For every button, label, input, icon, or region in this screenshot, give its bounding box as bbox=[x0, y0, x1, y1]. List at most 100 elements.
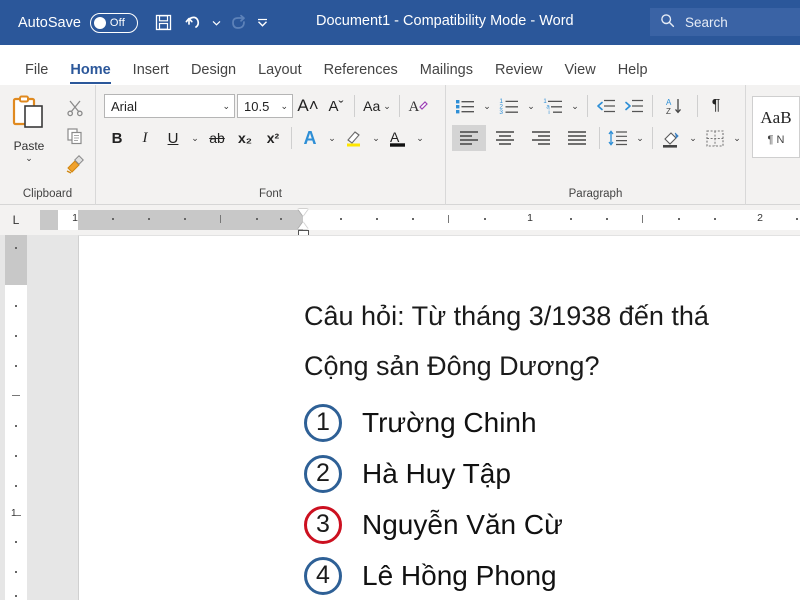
hanging-indent-marker[interactable] bbox=[298, 222, 309, 229]
search-input[interactable]: Search bbox=[685, 15, 728, 30]
divider bbox=[291, 127, 292, 149]
numbered-list-dropdown-icon[interactable]: ⌄ bbox=[524, 93, 538, 119]
multilevel-list-icon[interactable]: 1ai bbox=[540, 93, 566, 119]
shading-icon[interactable] bbox=[658, 125, 684, 151]
ruler-tick bbox=[714, 218, 716, 220]
paste-dropdown-icon[interactable]: ⌄ bbox=[25, 153, 33, 163]
autosave-toggle[interactable]: Off bbox=[90, 13, 138, 33]
underline-dropdown-icon[interactable]: ⌄ bbox=[188, 125, 202, 151]
sort-az-icon[interactable]: AZ bbox=[658, 93, 692, 119]
title-bar: AutoSave Off Document1 - Compatibility M… bbox=[0, 0, 800, 45]
save-icon[interactable] bbox=[150, 9, 178, 37]
document-title: Document1 - Compatibility Mode - Word bbox=[316, 13, 574, 29]
font-name-input[interactable]: Arial ⌄ bbox=[104, 94, 235, 118]
ruler-number-left-1: 1 bbox=[72, 212, 78, 224]
change-case-button[interactable]: Aa ⌄ bbox=[360, 93, 394, 119]
vruler-tick bbox=[15, 365, 17, 367]
format-painter-icon[interactable] bbox=[62, 151, 88, 177]
bullet-list-dropdown-icon[interactable]: ⌄ bbox=[480, 93, 494, 119]
divider bbox=[354, 95, 355, 117]
align-right-icon[interactable] bbox=[524, 125, 558, 151]
highlight-pen-icon[interactable] bbox=[341, 125, 367, 151]
divider bbox=[652, 127, 653, 149]
shading-dropdown-icon[interactable]: ⌄ bbox=[686, 125, 700, 151]
italic-button[interactable]: I bbox=[132, 125, 158, 151]
ruler-tick bbox=[570, 218, 572, 220]
superscript-button[interactable]: x² bbox=[260, 125, 286, 151]
ruler-tick bbox=[184, 218, 186, 220]
change-case-dropdown-icon[interactable]: ⌄ bbox=[383, 101, 391, 112]
align-center-icon[interactable] bbox=[488, 125, 522, 151]
tab-insert[interactable]: Insert bbox=[122, 63, 180, 85]
tab-references[interactable]: References bbox=[313, 63, 409, 85]
answer-number-circle-highlighted: 3 bbox=[304, 506, 342, 544]
tab-file[interactable]: File bbox=[14, 63, 59, 85]
tab-mailings[interactable]: Mailings bbox=[409, 63, 484, 85]
underline-button[interactable]: U bbox=[160, 125, 186, 151]
list-item[interactable]: 3 Nguyễn Văn Cừ bbox=[304, 499, 800, 550]
tab-help[interactable]: Help bbox=[607, 63, 659, 85]
font-size-input[interactable]: 10.5 ⌄ bbox=[237, 94, 293, 118]
bullet-list-icon[interactable] bbox=[452, 93, 478, 119]
ruler-tick bbox=[112, 218, 114, 220]
undo-dropdown-icon[interactable] bbox=[210, 10, 224, 36]
numbered-list-icon[interactable]: 123 bbox=[496, 93, 522, 119]
subscript-button[interactable]: x₂ bbox=[232, 125, 258, 151]
grow-font-button[interactable]: A˄ bbox=[295, 93, 321, 119]
bold-button[interactable]: B bbox=[104, 125, 130, 151]
copy-icon[interactable] bbox=[62, 123, 88, 149]
borders-dropdown-icon[interactable]: ⌄ bbox=[730, 125, 744, 151]
strikethrough-button[interactable]: ab bbox=[204, 125, 230, 151]
font-size-dropdown-icon[interactable]: ⌄ bbox=[280, 101, 288, 112]
horizontal-ruler[interactable]: 1 1 2 bbox=[40, 210, 800, 230]
undo-icon[interactable] bbox=[180, 9, 208, 37]
font-color-button[interactable]: A bbox=[385, 125, 411, 151]
text-effects-button[interactable]: A bbox=[297, 125, 323, 151]
font-color-dropdown-icon[interactable]: ⌄ bbox=[413, 125, 427, 151]
svg-text:A: A bbox=[409, 99, 420, 115]
line-spacing-icon[interactable] bbox=[605, 125, 631, 151]
clipboard-icon bbox=[10, 94, 48, 137]
ruler-tick bbox=[678, 218, 680, 220]
show-formatting-marks-button[interactable]: ¶ bbox=[703, 93, 729, 119]
tab-stop-selector[interactable]: L bbox=[5, 209, 27, 231]
question-line-1: Câu hỏi: Từ tháng 3/1938 đến thá bbox=[304, 291, 800, 341]
ruler-tick bbox=[796, 218, 798, 220]
paste-button[interactable]: Paste ⌄ bbox=[0, 90, 58, 183]
multilevel-list-dropdown-icon[interactable]: ⌄ bbox=[568, 93, 582, 119]
list-item[interactable]: 1 Trường Chinh bbox=[304, 397, 800, 448]
clear-formatting-icon[interactable]: A bbox=[405, 93, 431, 119]
search-box[interactable]: Search bbox=[650, 8, 800, 36]
borders-icon[interactable] bbox=[702, 125, 728, 151]
shrink-font-button[interactable]: Aˇ bbox=[323, 93, 349, 119]
tab-review[interactable]: Review bbox=[484, 63, 554, 85]
font-name-dropdown-icon[interactable]: ⌄ bbox=[222, 101, 230, 112]
list-item[interactable]: 2 Hà Huy Tập bbox=[304, 448, 800, 499]
customize-quick-access-toolbar-icon[interactable] bbox=[256, 10, 270, 36]
style-normal-button[interactable]: AaB ¶ N bbox=[752, 96, 800, 158]
ruler-major-tick bbox=[642, 215, 643, 223]
tab-view[interactable]: View bbox=[554, 63, 607, 85]
line-spacing-dropdown-icon[interactable]: ⌄ bbox=[633, 125, 647, 151]
vertical-ruler[interactable]: 1 bbox=[5, 235, 27, 600]
ruler-margin-left bbox=[40, 210, 58, 230]
list-item[interactable]: 4 Lê Hồng Phong bbox=[304, 550, 800, 600]
answer-number-circle: 1 bbox=[304, 404, 342, 442]
tab-design[interactable]: Design bbox=[180, 63, 247, 85]
scissors-icon[interactable] bbox=[62, 95, 88, 121]
vruler-major-tick bbox=[16, 515, 21, 516]
justify-icon[interactable] bbox=[560, 125, 594, 151]
vruler-tick bbox=[15, 335, 17, 337]
first-line-indent-marker[interactable] bbox=[298, 209, 309, 216]
document-text-area[interactable]: Câu hỏi: Từ tháng 3/1938 đến thá Cộng sả… bbox=[79, 236, 800, 600]
increase-indent-icon[interactable] bbox=[621, 93, 647, 119]
document-page[interactable]: Câu hỏi: Từ tháng 3/1938 đến thá Cộng sả… bbox=[78, 235, 800, 600]
highlight-dropdown-icon[interactable]: ⌄ bbox=[369, 125, 383, 151]
tab-layout[interactable]: Layout bbox=[247, 63, 313, 85]
decrease-indent-icon[interactable] bbox=[593, 93, 619, 119]
tab-home[interactable]: Home bbox=[59, 63, 121, 85]
text-effects-dropdown-icon[interactable]: ⌄ bbox=[325, 125, 339, 151]
ruler-tick bbox=[148, 218, 150, 220]
align-left-icon[interactable] bbox=[452, 125, 486, 151]
answer-number-circle: 4 bbox=[304, 557, 342, 595]
